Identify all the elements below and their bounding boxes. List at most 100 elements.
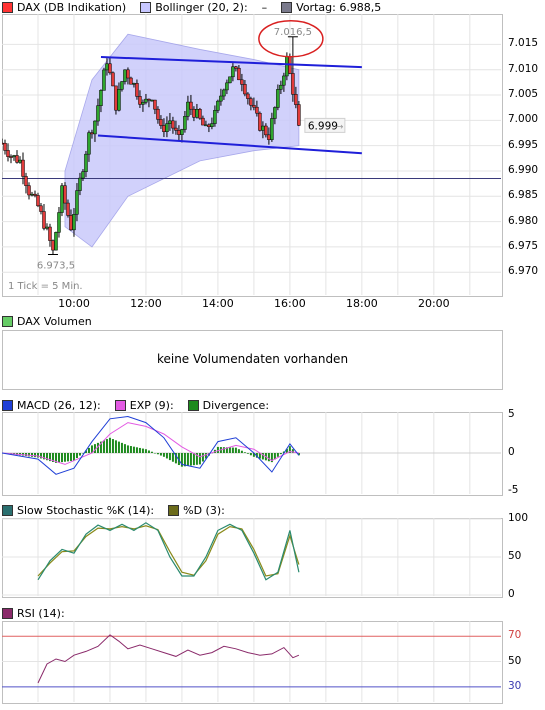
candle-body: [192, 108, 196, 118]
candle-body: [135, 83, 139, 97]
divergence-bar: [129, 446, 132, 453]
divergence-bar: [144, 449, 147, 453]
divergence-bar: [102, 440, 105, 453]
candle-body: [171, 120, 175, 129]
legend-label: Slow Stochastic %K (14):: [17, 503, 155, 517]
candle-body: [225, 82, 229, 91]
candle-body: [123, 69, 127, 82]
legend-swatch: [2, 399, 13, 411]
divergence-bar: [183, 453, 186, 467]
legend-label: Divergence:: [202, 398, 270, 412]
legend-label: Vortag: 6.988,5: [296, 0, 382, 14]
divergence-bar: [105, 439, 108, 453]
candle-body: [111, 72, 115, 87]
last-price-arrow: →: [336, 122, 344, 132]
high-label: 7.016,5: [274, 27, 312, 38]
divergence-bar: [267, 453, 270, 462]
candle-body: [39, 205, 43, 212]
candle-body: [213, 110, 217, 124]
candle-body: [183, 116, 187, 130]
legend-swatch: [2, 1, 13, 13]
candle-body: [255, 106, 259, 114]
candle-body: [258, 112, 262, 131]
candle-body: [48, 226, 52, 241]
y-tick-label: 100: [508, 512, 529, 524]
candle-body: [246, 93, 250, 99]
candle-body: [6, 150, 10, 157]
legend-swatch: [281, 1, 293, 13]
candle-body: [195, 109, 199, 118]
legend-swatch: [2, 607, 13, 619]
legend-label: RSI (14):: [17, 606, 65, 620]
rsi-chart: [2, 621, 501, 702]
divergence-bar: [117, 441, 120, 453]
candle-body: [162, 125, 166, 132]
candle-body: [81, 171, 85, 179]
divergence-bar: [108, 437, 111, 453]
divergence-bar: [114, 440, 117, 453]
candle-body: [174, 127, 178, 131]
candle-body: [57, 212, 61, 233]
divergence-bar: [36, 453, 39, 458]
candle-body: [45, 226, 49, 229]
legend-swatch: [2, 504, 13, 516]
y-tick-label: 70: [508, 629, 522, 642]
candle-body: [294, 94, 298, 105]
low-label: 6.973,5: [37, 260, 75, 271]
y-tick-label: 30: [508, 679, 522, 692]
divergence-bar: [123, 444, 126, 453]
y-tick-label: 6.975: [508, 239, 539, 252]
candle-body: [165, 123, 169, 132]
divergence-bar: [66, 453, 69, 462]
divergence-bar: [186, 453, 189, 466]
candle-body: [228, 76, 232, 84]
divergence-bar: [33, 453, 36, 458]
x-tick-label: 14:00: [202, 297, 234, 310]
candle-body: [87, 132, 91, 155]
divergence-bar: [87, 447, 90, 453]
divergence-bar: [57, 453, 60, 463]
candle-body: [42, 211, 46, 229]
y-tick-label: 50: [508, 550, 522, 562]
divergence-bar: [63, 453, 66, 462]
candle-body: [36, 195, 40, 207]
legend-swatch: [140, 1, 152, 13]
candle-body: [132, 83, 136, 85]
legend-swatch: [2, 315, 13, 327]
stoch-chart: [2, 518, 501, 596]
candle-body: [180, 129, 184, 135]
y-tick-label: 6.985: [508, 189, 539, 202]
candle-body: [156, 108, 160, 120]
macd-chart: [2, 412, 501, 494]
no-volume-message: keine Volumendaten vorhanden: [156, 352, 349, 366]
stoch-k-line: [37, 522, 300, 581]
candle-body: [126, 69, 130, 79]
candle-body: [18, 159, 22, 163]
divergence-bar: [120, 442, 123, 453]
candle-body: [78, 177, 82, 191]
x-tick-label: 12:00: [130, 297, 162, 310]
y-tick-label: 7.000: [508, 113, 539, 126]
divergence-bar: [150, 451, 153, 453]
candle-body: [285, 56, 289, 77]
x-tick-label: 16:00: [274, 297, 306, 310]
candle-body: [93, 120, 97, 135]
candle-body: [264, 125, 268, 136]
candle-body: [216, 100, 220, 111]
y-tick-label: 50: [508, 654, 522, 667]
candle-body: [96, 105, 100, 122]
legend-label: –: [261, 0, 268, 14]
candle-body: [15, 155, 19, 163]
candle-body: [168, 120, 172, 124]
macd-legend: MACD (26, 12): EXP (9): Divergence:: [2, 398, 283, 412]
y-tick-label: 0: [508, 446, 515, 458]
divergence-bar: [72, 453, 75, 461]
candle-body: [105, 63, 109, 71]
divergence-bar: [234, 447, 237, 453]
divergence-bar: [30, 453, 33, 457]
candle-body: [63, 185, 67, 204]
candle-body: [69, 215, 73, 231]
legend-swatch: [114, 399, 126, 411]
candle-body: [54, 232, 58, 251]
candle-body: [297, 104, 301, 126]
